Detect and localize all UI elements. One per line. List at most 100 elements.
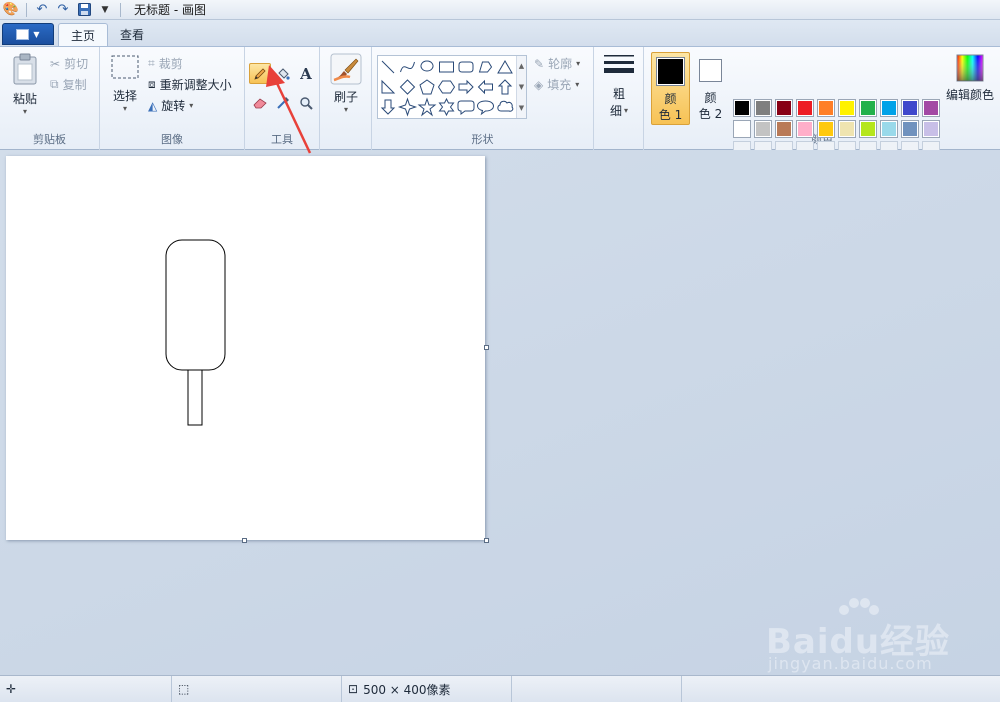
rotate-icon: ◭ <box>148 98 158 113</box>
palette-color-swatch[interactable] <box>880 120 898 138</box>
shape-right-triangle-icon[interactable] <box>381 79 396 94</box>
palette-color-swatch[interactable] <box>754 99 772 117</box>
palette-color-swatch[interactable] <box>880 99 898 117</box>
shape-up-arrow-icon[interactable] <box>497 79 513 95</box>
shapes-gallery-scroll[interactable]: ▲ ▼ ▼ <box>516 56 526 118</box>
baidu-watermark: Baidu经验 jingyan.baidu.com <box>766 596 966 676</box>
paste-label: 粘贴 <box>12 92 37 106</box>
cut-button[interactable]: ✂ 剪切 <box>50 55 88 72</box>
drawing-canvas[interactable] <box>6 156 485 540</box>
palette-color-swatch[interactable] <box>859 120 877 138</box>
customize-dropdown-icon[interactable]: ▼ <box>96 1 114 19</box>
image-size-value: 500 × 400像素 <box>363 682 451 697</box>
color-spectrum-icon <box>956 54 984 82</box>
color2-swatch-frame <box>699 59 722 82</box>
shape-six-point-star-icon[interactable] <box>438 97 455 117</box>
shapes-group-label: 形状 <box>471 133 494 146</box>
palette-color-swatch[interactable] <box>922 120 940 138</box>
tab-view[interactable]: 查看 <box>108 23 156 46</box>
outline-label: 轮廓 <box>548 57 573 71</box>
paste-button[interactable]: 粘贴 ▾ <box>8 53 42 116</box>
shape-cloud-callout-icon[interactable] <box>497 100 514 112</box>
undo-icon[interactable]: ↶ <box>33 1 51 19</box>
shape-oval-icon[interactable] <box>420 60 434 72</box>
resize-handle-right[interactable] <box>484 345 489 350</box>
scroll-down-icon[interactable]: ▼ <box>519 83 524 91</box>
shape-line-icon[interactable] <box>381 60 395 74</box>
color2-label-top: 颜 <box>704 91 717 105</box>
shape-rounded-rectangle-icon[interactable] <box>458 61 474 73</box>
palette-color-swatch[interactable] <box>754 120 772 138</box>
palette-color-swatch[interactable] <box>859 99 877 117</box>
shape-right-arrow-icon[interactable] <box>458 79 474 95</box>
palette-color-swatch[interactable] <box>901 120 919 138</box>
outline-pencil-icon: ✎ <box>534 56 545 71</box>
ribbon-tab-row: ▼ 主页 查看 <box>0 20 1000 46</box>
resize-button[interactable]: ⧈ 重新调整大小 <box>148 76 232 93</box>
resize-label: 重新调整大小 <box>159 78 232 92</box>
color1-label: 颜 色 1 <box>652 91 689 123</box>
palette-color-swatch[interactable] <box>796 99 814 117</box>
selection-size-icon: ⬚ <box>178 682 190 696</box>
fill-button[interactable]: ◈ 填充 ▾ <box>534 76 579 93</box>
color1-swatch-frame <box>656 57 685 86</box>
size-label-top: 粗 <box>612 87 625 101</box>
color1-swatch <box>658 59 683 84</box>
status-bar: ✛ ⬚ ⊡ 500 × 400像素 <box>0 675 1000 702</box>
copy-button[interactable]: ⧉ 复制 <box>50 76 87 93</box>
expand-gallery-icon[interactable]: ▼ <box>519 104 524 112</box>
crop-icon: ⌗ <box>148 56 155 70</box>
color1-button[interactable]: 颜 色 1 <box>651 52 690 125</box>
image-group: 选择 ▾ ⌗ 裁剪 ⧈ 重新调整大小 ◭ 旋转 ▾ 图像 <box>100 47 245 151</box>
selection-rect-icon <box>111 55 139 79</box>
scroll-up-icon[interactable]: ▲ <box>519 62 524 70</box>
shape-left-arrow-icon[interactable] <box>477 79 493 95</box>
palette-color-swatch[interactable] <box>775 120 793 138</box>
title-bar: 🎨 ↶ ↷ ▼ 无标题 - 画图 <box>0 0 1000 20</box>
shape-diamond-icon[interactable] <box>399 79 416 95</box>
rotate-button[interactable]: ◭ 旋转 ▾ <box>148 97 193 114</box>
palette-color-swatch[interactable] <box>838 120 856 138</box>
image-size-cell: ⊡ 500 × 400像素 <box>342 676 512 702</box>
edit-colors-button[interactable]: 编辑颜色 <box>945 54 995 114</box>
save-icon[interactable] <box>75 1 93 19</box>
select-button[interactable]: 选择 ▾ <box>108 55 142 113</box>
copy-label: 复制 <box>62 78 87 92</box>
shape-pentagon-icon[interactable] <box>419 79 435 95</box>
image-size-icon: ⊡ <box>348 682 359 696</box>
chevron-down-icon: ▾ <box>624 106 629 115</box>
resize-handle-bottom[interactable] <box>242 538 247 543</box>
shapes-gallery-icons <box>380 60 514 117</box>
annotation-arrow <box>266 65 312 154</box>
palette-color-swatch[interactable] <box>817 99 835 117</box>
palette-color-swatch[interactable] <box>733 120 751 138</box>
shape-triangle-icon[interactable] <box>497 60 513 74</box>
palette-color-swatch[interactable] <box>817 120 835 138</box>
outline-button[interactable]: ✎ 轮廓 ▾ <box>534 55 580 72</box>
shape-down-arrow-icon[interactable] <box>380 99 396 115</box>
palette-color-swatch[interactable] <box>796 120 814 138</box>
palette-color-swatch[interactable] <box>901 99 919 117</box>
shape-rectangle-icon[interactable] <box>439 61 454 73</box>
palette-color-swatch[interactable] <box>922 99 940 117</box>
shape-polygon-icon[interactable] <box>478 61 493 73</box>
paint-menu-button[interactable]: ▼ <box>2 23 54 45</box>
palette-color-swatch[interactable] <box>775 99 793 117</box>
size-button[interactable]: 粗 细 ▾ <box>602 53 636 119</box>
window-title: 无标题 - 画图 <box>134 3 206 17</box>
document-icon <box>16 28 30 40</box>
shape-oval-callout-icon[interactable] <box>476 100 495 116</box>
palette-color-swatch[interactable] <box>838 99 856 117</box>
shape-rounded-callout-icon[interactable] <box>457 100 475 115</box>
crop-button[interactable]: ⌗ 裁剪 <box>148 55 183 72</box>
palette-color-swatch[interactable] <box>733 99 751 117</box>
shape-hexagon-icon[interactable] <box>437 80 456 94</box>
shape-five-point-star-icon[interactable] <box>417 97 437 117</box>
resize-handle-corner[interactable] <box>484 538 489 543</box>
shape-curve-icon[interactable] <box>400 61 415 73</box>
color2-button[interactable]: 颜 色 2 <box>692 52 729 125</box>
shape-four-point-star-icon[interactable] <box>397 97 418 117</box>
paint-app-icon[interactable]: 🎨 <box>2 1 20 19</box>
tab-home[interactable]: 主页 <box>58 23 109 46</box>
redo-icon[interactable]: ↷ <box>54 1 72 19</box>
